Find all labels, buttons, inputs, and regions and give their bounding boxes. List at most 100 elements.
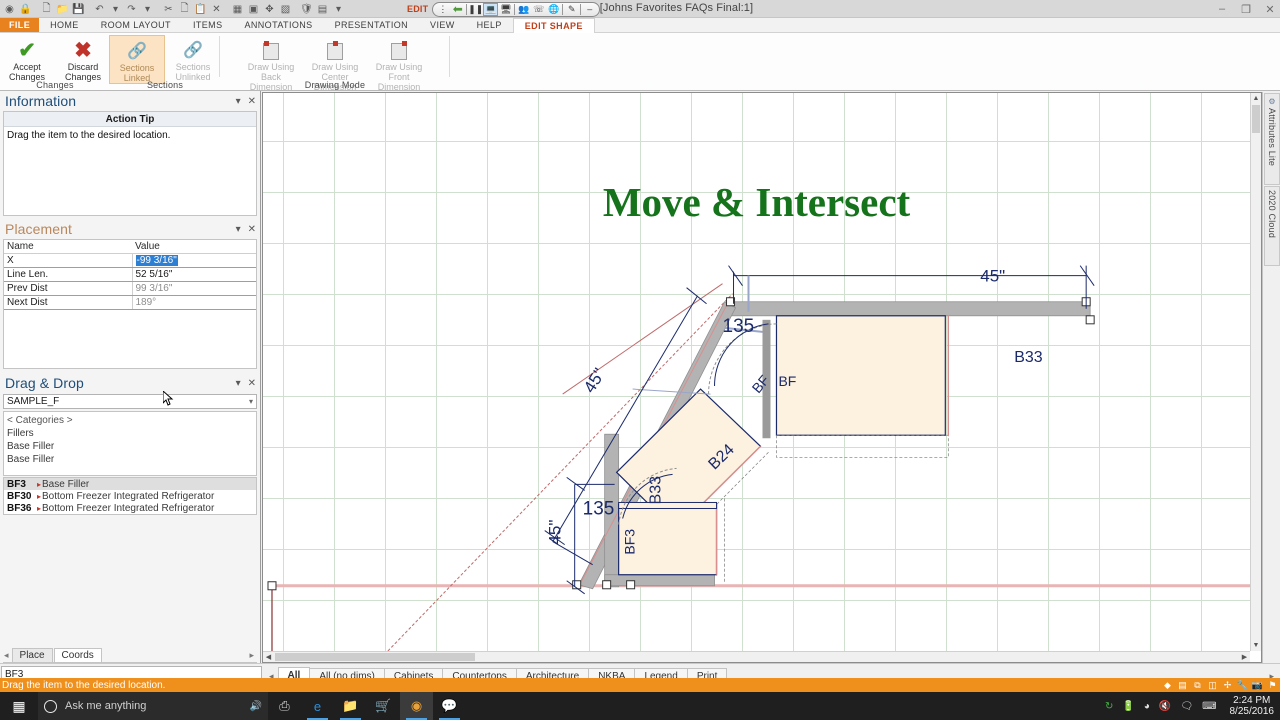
pen-icon[interactable]: ✎	[564, 3, 579, 16]
information-panel-close-icon[interactable]: ✕	[248, 96, 256, 107]
edit-floating-toolbar[interactable]: EDIT ⋮ ⬅ ❚❚ 💻 🖥 👥 ☏ 🌐 ✎ –	[403, 1, 601, 17]
scroll-up-icon[interactable]: ▲	[1251, 93, 1261, 104]
drawing-area[interactable]: Move & Intersect 45" 45" 45" 135 135 B33…	[262, 92, 1262, 663]
battery-icon[interactable]: 🔋	[1122, 701, 1134, 712]
back-arrow-icon[interactable]: ⬅	[450, 2, 465, 16]
ribbon-tab-strip[interactable]: FILE HOME ROOM LAYOUT ITEMS ANNOTATIONS …	[0, 18, 1280, 33]
table-row[interactable]: Line Len. 52 5/16"	[4, 267, 256, 282]
scroll-left-icon[interactable]: ◀	[263, 652, 274, 663]
store-icon[interactable]: 🛒	[367, 692, 400, 720]
floorplan-drawing[interactable]: 45" 45" 45" 135 135 B33 B33 B24 BF BF BF…	[263, 93, 1250, 651]
placement-row-value-x[interactable]: -99 3/16"	[132, 253, 256, 268]
tab-items[interactable]: ITEMS	[182, 18, 234, 32]
tab-home[interactable]: HOME	[39, 18, 90, 32]
monitor-icon[interactable]: 💻	[483, 2, 499, 16]
window-controls[interactable]: – ❐ ✕	[1216, 0, 1276, 18]
tab-coords[interactable]: Coords	[53, 648, 102, 662]
task-view-icon[interactable]: ⎙	[268, 692, 301, 720]
list-item[interactable]: BF36 ▸ Bottom Freezer Integrated Refrige…	[4, 502, 256, 514]
search-input[interactable]: Ask me anything 🔊	[38, 692, 268, 720]
placement-panel-close-icon[interactable]: ✕	[248, 224, 256, 235]
placement-row-value-prev-dist[interactable]: 99 3/16"	[132, 281, 256, 296]
tab-help[interactable]: HELP	[466, 18, 513, 32]
sync-icon[interactable]: ↻	[1105, 701, 1113, 712]
nudge-icon[interactable]: ✢	[1222, 680, 1233, 691]
globe-icon[interactable]: 🌐	[546, 3, 561, 16]
discard-changes-button[interactable]: ✖ Discard Changes	[55, 35, 111, 83]
flag-icon[interactable]: ⚑	[1267, 680, 1278, 691]
snap-icon[interactable]: ⧉	[1192, 680, 1203, 691]
accept-changes-button[interactable]: ✔ Accept Changes	[0, 35, 55, 83]
placement-row-value-next-dist[interactable]: 189°	[132, 295, 256, 310]
tab-room-layout[interactable]: ROOM LAYOUT	[90, 18, 182, 32]
layers-icon[interactable]: ◫	[1207, 680, 1218, 691]
keyboard-icon[interactable]: ⌨	[1202, 701, 1216, 712]
minus-icon[interactable]: –	[582, 3, 597, 16]
restore-button[interactable]: ❐	[1240, 3, 1252, 16]
app-2020-icon[interactable]: ◉	[400, 692, 433, 720]
scroll-down-icon[interactable]: ▼	[1251, 640, 1261, 651]
x-value-selected[interactable]: -99 3/16"	[135, 255, 178, 266]
placement-row-value-line-len[interactable]: 52 5/16"	[132, 267, 256, 282]
tab-annotations[interactable]: ANNOTATIONS	[233, 18, 323, 32]
sidebar-item-2020-cloud[interactable]: 2020 Cloud	[1264, 186, 1280, 266]
camera-icon[interactable]: 📷	[1252, 680, 1263, 691]
minimize-button[interactable]: –	[1216, 3, 1228, 15]
sections-linked-button[interactable]: 🔗 Sections Linked	[109, 35, 165, 84]
vertical-scrollbar[interactable]: ▲ ▼	[1250, 93, 1261, 651]
taskbar-clock[interactable]: 2:24 PM 8/25/2016	[1226, 695, 1275, 717]
pause-icon[interactable]: ❚❚	[468, 3, 483, 16]
category-breadcrumb-list[interactable]: < Categories > Fillers Base Filler Base …	[3, 411, 257, 476]
grip-icon[interactable]: ⋮	[435, 3, 450, 16]
list-item[interactable]: BF30 ▸ Bottom Freezer Integrated Refrige…	[4, 490, 256, 502]
start-icon[interactable]: ▦	[0, 692, 38, 720]
close-button[interactable]: ✕	[1264, 3, 1276, 16]
cabinet-b33-right[interactable]	[775, 315, 946, 436]
grid-icon[interactable]: ▤	[1177, 680, 1188, 691]
right-dock-rail[interactable]: ⚙ Attributes Lite 2020 Cloud	[1262, 92, 1280, 663]
horizontal-scroll-thumb[interactable]	[275, 653, 475, 661]
breadcrumb[interactable]: < Categories >	[7, 414, 253, 427]
action-center-icon[interactable]: 🗨	[1180, 701, 1193, 712]
sidebar-item-attributes-lite[interactable]: ⚙ Attributes Lite	[1264, 93, 1280, 185]
catalog-select[interactable]: SAMPLE_F ▾	[3, 394, 257, 409]
system-tray[interactable]: ↻ 🔋 ◕ 🔇 🗨 ⌨ 2:24 PM 8/25/2016	[1105, 695, 1280, 717]
wifi-icon[interactable]: ◕	[1144, 701, 1150, 712]
phone-icon[interactable]: ☏	[531, 3, 546, 16]
dragdrop-panel-collapse-icon[interactable]: ▾	[236, 378, 241, 389]
status-bar-tray[interactable]: ◆ ▤ ⧉ ◫ ✢ 🔧 📷 ⚑	[1162, 680, 1278, 691]
catalog-item-list[interactable]: BF3 ▸ Base Filler BF30 ▸ Bottom Freezer …	[3, 477, 257, 515]
presenter-icon[interactable]: 👥	[516, 3, 531, 16]
horizontal-scrollbar[interactable]: ◀ ▶	[263, 651, 1250, 662]
information-panel-collapse-icon[interactable]: ▾	[236, 96, 241, 107]
diamond-icon[interactable]: ◆	[1162, 680, 1173, 691]
placement-panel-collapse-icon[interactable]: ▾	[236, 224, 241, 235]
messaging-icon[interactable]: 💬	[433, 692, 466, 720]
table-row[interactable]: Next Dist 189°	[4, 295, 256, 310]
monitor-share-icon[interactable]: 🖥	[498, 3, 513, 16]
drawing-canvas[interactable]: Move & Intersect 45" 45" 45" 135 135 B33…	[263, 93, 1250, 651]
scroll-right-icon[interactable]: ▸	[248, 650, 257, 662]
scroll-right-icon[interactable]: ▶	[1239, 652, 1250, 663]
microphone-icon[interactable]: 🔊	[250, 701, 262, 712]
file-explorer-icon[interactable]: 📁	[334, 692, 367, 720]
list-item[interactable]: BF3 ▸ Base Filler	[4, 478, 256, 490]
tab-place[interactable]: Place	[11, 648, 53, 662]
table-row[interactable]: Prev Dist 99 3/16"	[4, 281, 256, 296]
vertical-scroll-thumb[interactable]	[1252, 105, 1260, 133]
breadcrumb-base-filler-2[interactable]: Base Filler	[7, 453, 253, 466]
tab-edit-shape[interactable]: EDIT SHAPE	[512, 18, 595, 33]
breadcrumb-fillers[interactable]: Fillers	[7, 427, 253, 440]
wrench-icon[interactable]: 🔧	[1237, 680, 1248, 691]
volume-mute-icon[interactable]: 🔇	[1159, 701, 1171, 712]
taskbar-buttons[interactable]: ⎙ e 📁 🛒 ◉ 💬	[268, 692, 466, 720]
breadcrumb-base-filler-1[interactable]: Base Filler	[7, 440, 253, 453]
tab-file[interactable]: FILE	[0, 18, 40, 32]
tab-view[interactable]: VIEW	[419, 18, 466, 32]
placement-tab-strip[interactable]: ◂ Place Coords ▸	[3, 648, 257, 663]
tab-presentation[interactable]: PRESENTATION	[324, 18, 419, 32]
chevron-down-icon[interactable]: ▾	[249, 397, 253, 406]
sections-unlinked-button[interactable]: 🔗 Sections Unlinked	[165, 35, 221, 82]
dragdrop-panel-close-icon[interactable]: ✕	[248, 378, 256, 389]
scroll-left-icon[interactable]: ◂	[3, 650, 12, 662]
